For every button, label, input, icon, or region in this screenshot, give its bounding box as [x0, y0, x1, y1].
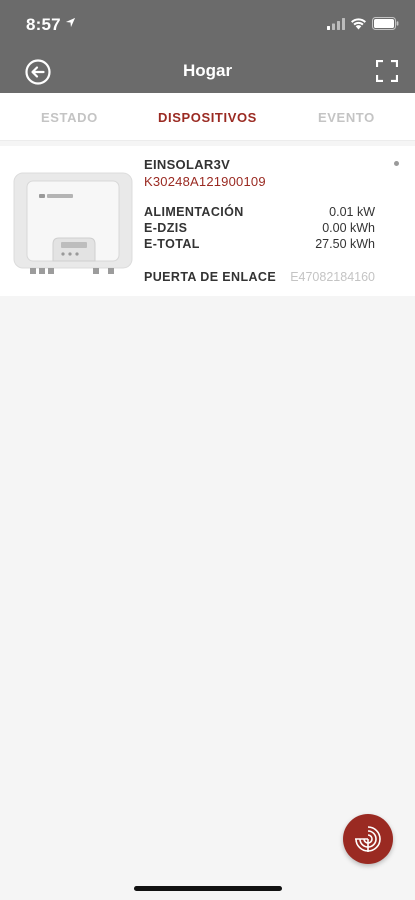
status-time: 8:57 [26, 15, 61, 34]
wireless-scan-icon [355, 826, 381, 852]
status-bar: 8:57 [0, 0, 415, 48]
more-options-icon[interactable] [394, 161, 399, 166]
tab-dispositivos[interactable]: DISPOSITIVOS [158, 110, 257, 125]
wifi-icon [351, 18, 366, 30]
gateway-value: E47082184160 [290, 270, 375, 284]
battery-icon [372, 17, 399, 30]
device-name: EINSOLAR3V [144, 157, 231, 172]
inverter-device-image [13, 172, 133, 274]
home-indicator [134, 886, 282, 891]
metric-value-alimentacion: 0.01 kW [329, 205, 375, 219]
tab-bar: ESTADO DISPOSITIVOS EVENTO [0, 93, 415, 141]
page-title: Hogar [182, 61, 233, 80]
metric-value-e-dzis: 0.00 kWh [322, 221, 375, 235]
scan-fab-button[interactable] [343, 814, 393, 864]
fullscreen-icon[interactable] [376, 60, 398, 82]
metric-label-e-total: E-TOTAL [144, 237, 200, 251]
tab-estado[interactable]: ESTADO [41, 110, 98, 125]
metric-label-e-dzis: E-DZIS [144, 221, 188, 235]
location-arrow-icon [65, 17, 76, 28]
device-card[interactable]: EINSOLAR3V K30248A121900109 ALIMENTACIÓN… [0, 146, 415, 296]
metric-label-alimentacion: ALIMENTACIÓN [144, 205, 244, 219]
cellular-signal-icon [327, 18, 345, 30]
tab-evento[interactable]: EVENTO [318, 110, 375, 125]
device-serial: K30248A121900109 [144, 174, 266, 189]
gateway-label: PUERTA DE ENLACE [144, 270, 277, 284]
app-header: 8:57 Hogar [0, 0, 415, 93]
metric-value-e-total: 27.50 kWh [315, 237, 375, 251]
